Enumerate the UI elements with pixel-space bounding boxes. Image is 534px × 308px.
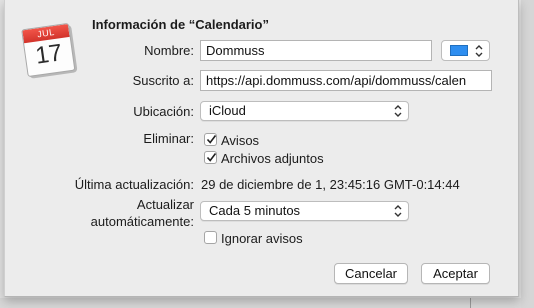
subscribed-url-field[interactable]: https://api.dommuss.com/api/dommuss/cale…: [200, 70, 492, 91]
calendar-icon-page: JUL 17: [21, 22, 76, 78]
calendar-icon-day: 17: [33, 39, 64, 70]
attachments-checkbox-label: Archivos adjuntos: [221, 151, 324, 166]
remove-label: Eliminar:: [143, 131, 194, 146]
chevron-updown-icon: [394, 205, 402, 217]
location-label: Ubicación:: [133, 104, 194, 119]
checkmark-icon: [206, 153, 217, 162]
dialog-title: Información de “Calendario”: [92, 17, 269, 32]
ignore-alerts-checkbox[interactable]: [204, 231, 217, 244]
name-label: Nombre:: [144, 43, 194, 58]
checkmark-icon: [206, 135, 217, 144]
subscribed-label: Suscrito a:: [132, 73, 194, 88]
auto-refresh-label-line1: Actualizar: [136, 197, 194, 212]
auto-refresh-value: Cada 5 minutos: [209, 203, 301, 218]
background-divider: [470, 298, 471, 308]
name-field[interactable]: Dommuss: [200, 40, 432, 61]
color-swatch: [450, 45, 468, 56]
ignore-alerts-label: Ignorar avisos: [221, 231, 303, 246]
auto-refresh-label-line2: automáticamente:: [90, 214, 194, 229]
attachments-checkbox[interactable]: [204, 151, 217, 164]
auto-refresh-label: Actualizar automáticamente:: [91, 196, 194, 230]
location-popup[interactable]: iCloud: [200, 101, 409, 121]
alerts-checkbox-label: Avisos: [221, 133, 260, 148]
last-update-label: Última actualización:: [74, 177, 194, 192]
background-strip: [0, 298, 534, 308]
chevron-updown-icon: [394, 105, 402, 117]
calendar-app-icon: JUL 17: [19, 19, 78, 79]
chevron-updown-icon: [475, 45, 483, 57]
cancel-button[interactable]: Cancelar: [334, 263, 408, 284]
location-value: iCloud: [209, 103, 246, 118]
last-update-value: 29 de diciembre de 1, 23:45:16 GMT-0:14:…: [201, 177, 460, 192]
alerts-checkbox[interactable]: [204, 133, 217, 146]
color-picker[interactable]: [441, 40, 490, 61]
accept-button[interactable]: Aceptar: [421, 263, 490, 284]
auto-refresh-popup[interactable]: Cada 5 minutos: [200, 201, 409, 221]
window-edge: [521, 0, 534, 308]
